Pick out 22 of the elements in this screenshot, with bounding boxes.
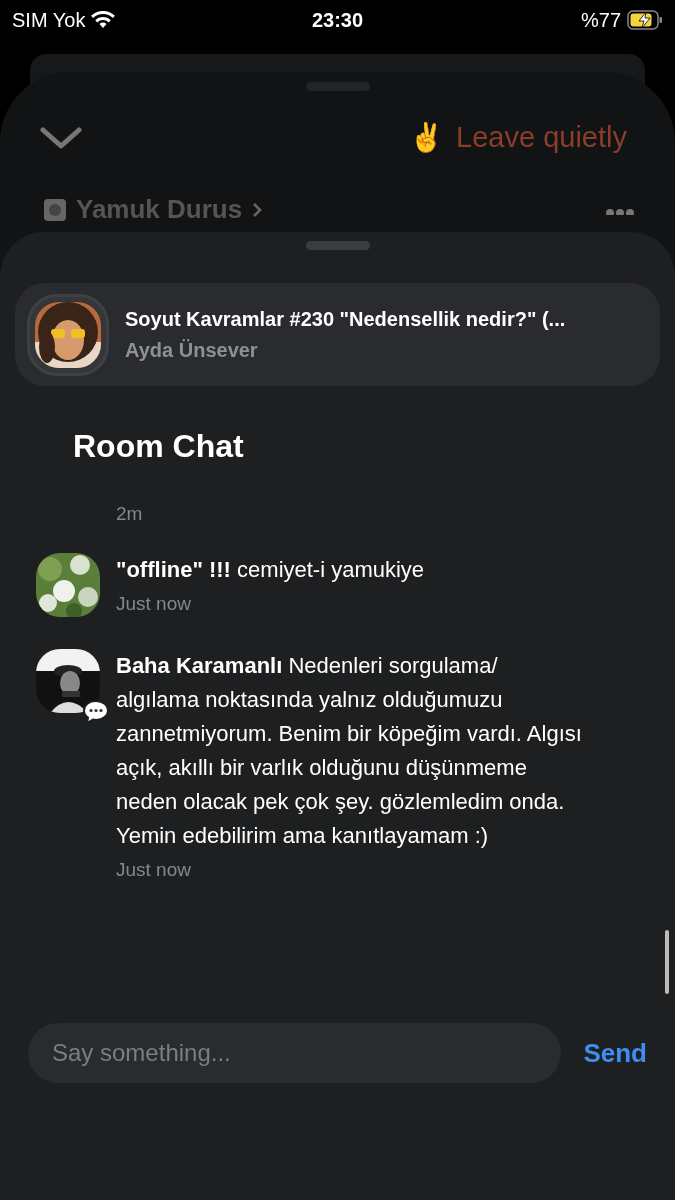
send-button[interactable]: Send (583, 1037, 647, 1069)
chat-message: Baha Karamanlı Nedenleri sorgulama/ algılama noktasında yalnız olduğumuzu zannetmiyorum. Benim bir köpeğim vardı. Algısı açık, akıllı bir varlık olduğunu düşünmeme neden olacak pek çok şey. gözlemledim onda. Yemin edebilirim ama kanıtlayamam :) (116, 652, 583, 850)
battery-percent: %77 (580, 8, 621, 32)
chevron-down-icon[interactable] (40, 125, 82, 150)
message-time: Just now (116, 593, 192, 615)
club-icon (44, 198, 66, 221)
scrollbar (665, 930, 669, 994)
clock-time: 23:30 (311, 8, 364, 32)
battery-charging-icon (627, 10, 663, 30)
host-name: Ayda Ünsever (125, 338, 259, 362)
message-time: Just now (116, 859, 192, 881)
chat-message: "offline" !!! cemiyet-i yamukiye (116, 556, 426, 584)
wifi-icon (91, 11, 116, 29)
leave-quietly-button[interactable]: ✌ Leave quietly (409, 121, 627, 154)
message-input[interactable]: Say something... (28, 1023, 562, 1083)
room-card[interactable]: Soyut Kavramlar #230 "Nedensellik nedir?" (... Ayda Ünsever (15, 283, 660, 386)
chevron-right-icon (252, 201, 263, 218)
chat-title: Room Chat (73, 428, 245, 465)
message-time: 2m (116, 503, 144, 525)
room-title: Soyut Kavramlar #230 "Nedensellik nedir?" (... (125, 307, 566, 331)
drag-handle[interactable] (305, 241, 370, 250)
carrier-name: SIM Yok (12, 8, 86, 32)
